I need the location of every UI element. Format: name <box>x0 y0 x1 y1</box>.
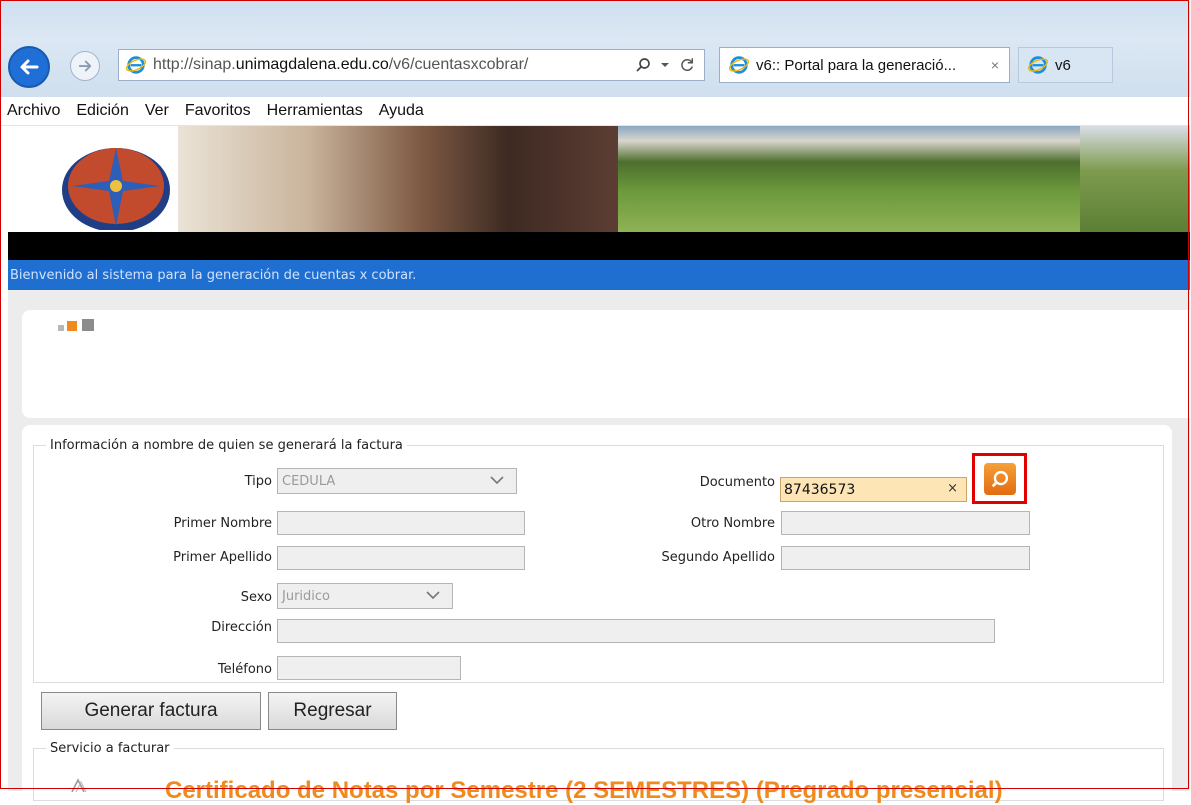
forward-button[interactable] <box>70 51 100 81</box>
direccion-label: Dirección <box>211 620 272 635</box>
dropdown-arrow-icon[interactable] <box>660 60 670 70</box>
banner-photo-campus <box>618 126 1080 232</box>
url-prefix: http://sinap. <box>153 56 236 73</box>
browser-title-strip <box>1 1 1190 37</box>
back-arrow-icon <box>20 59 39 75</box>
decor-square-orange <box>67 321 77 331</box>
service-legend: Servicio a facturar <box>50 741 170 756</box>
clear-icon[interactable]: × <box>947 481 958 496</box>
invoice-info-legend: Información a nombre de quien se generar… <box>50 438 403 453</box>
direccion-input[interactable] <box>277 619 995 643</box>
ie-logo-icon <box>125 56 147 74</box>
regresar-button[interactable]: Regresar <box>268 692 397 730</box>
close-tab-icon[interactable]: × <box>991 57 999 73</box>
forward-arrow-icon <box>78 60 92 72</box>
banner-photo-campus-right <box>1080 126 1190 232</box>
url-path: /v6/cuentasxcobrar/ <box>388 56 529 73</box>
ie-logo-icon <box>1027 56 1049 74</box>
menu-bar: Archivo Edición Ver Favoritos Herramient… <box>1 97 1190 126</box>
sexo-value: Juridico <box>282 588 330 604</box>
browser-tab[interactable]: v6 <box>1018 47 1113 83</box>
otro-nombre-input[interactable] <box>781 511 1030 535</box>
tab-title: v6:: Portal para la generació... <box>756 56 957 74</box>
documento-value: 87436573 <box>784 481 856 498</box>
sexo-label: Sexo <box>240 590 272 605</box>
url-host: unimagdalena.edu.co <box>235 56 389 73</box>
primer-nombre-label: Primer Nombre <box>173 516 272 531</box>
university-logo-icon <box>62 148 170 230</box>
refresh-icon[interactable] <box>678 56 696 74</box>
segundo-apellido-label: Segundo Apellido <box>661 550 775 565</box>
header-panel <box>22 310 1190 418</box>
address-bar[interactable]: http://sinap. unimagdalena.edu.co/v6/cuen… <box>118 49 705 81</box>
tipo-value: CEDULA <box>282 473 336 489</box>
primer-apellido-input[interactable] <box>277 546 525 570</box>
site-banner <box>8 126 1190 232</box>
search-icon[interactable] <box>634 56 652 74</box>
menu-item-ayuda[interactable]: Ayuda <box>379 102 424 120</box>
welcome-bar: Bienvenido al sistema para la generación… <box>8 260 1190 290</box>
telefono-label: Teléfono <box>217 662 272 677</box>
welcome-text: Bienvenido al sistema para la generación… <box>10 267 417 283</box>
menu-item-edicion[interactable]: Edición <box>76 102 128 120</box>
decor-square-small <box>58 325 64 331</box>
ie-logo-icon <box>728 56 750 74</box>
tab-title: v6 <box>1055 56 1071 74</box>
browser-tab-active[interactable]: v6:: Portal para la generació... × <box>719 47 1010 83</box>
menu-item-herramientas[interactable]: Herramientas <box>267 102 363 120</box>
search-document-button[interactable] <box>972 453 1027 504</box>
generar-factura-button[interactable]: Generar factura <box>41 692 261 730</box>
decor-square-gray <box>82 319 94 331</box>
document-icon <box>71 778 87 792</box>
sexo-select[interactable]: Juridico <box>277 583 453 609</box>
menu-item-favoritos[interactable]: Favoritos <box>185 102 251 120</box>
header-black-bar <box>8 232 1190 260</box>
banner-photo-classroom <box>178 126 618 232</box>
menu-item-ver[interactable]: Ver <box>145 102 169 120</box>
chevron-down-icon <box>490 476 504 485</box>
documento-label: Documento <box>699 475 775 490</box>
primer-nombre-input[interactable] <box>277 511 525 535</box>
telefono-input[interactable] <box>277 656 461 680</box>
menu-item-archivo[interactable]: Archivo <box>7 102 60 120</box>
service-title: Certificado de Notas por Semestre (2 SEM… <box>165 777 1003 804</box>
back-button[interactable] <box>8 46 50 88</box>
otro-nombre-label: Otro Nombre <box>690 516 775 531</box>
tipo-label: Tipo <box>244 474 272 489</box>
segundo-apellido-input[interactable] <box>781 546 1030 570</box>
chevron-down-icon <box>426 591 440 600</box>
tipo-select[interactable]: CEDULA <box>277 468 517 494</box>
search-icon <box>991 470 1008 487</box>
documento-input[interactable]: 87436573 × <box>780 477 967 502</box>
primer-apellido-label: Primer Apellido <box>173 550 272 565</box>
